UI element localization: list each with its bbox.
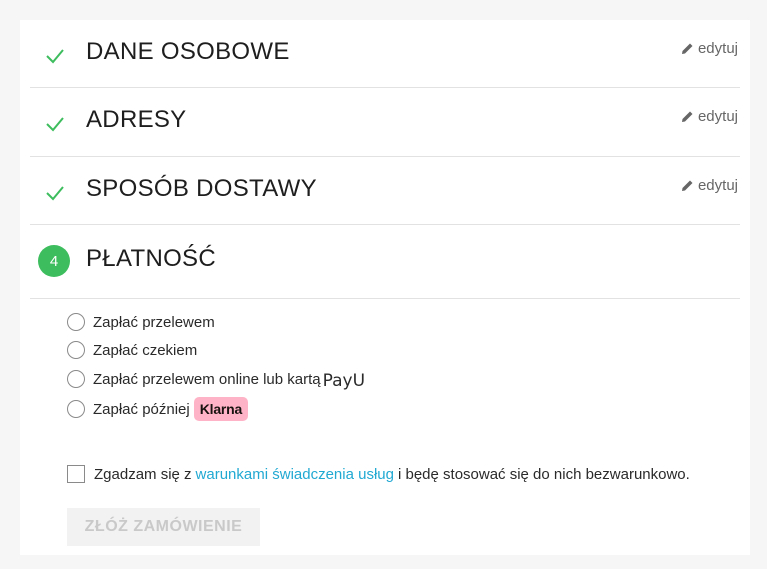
klarna-badge: Klarna	[193, 397, 249, 421]
pencil-icon	[681, 111, 693, 122]
step-payment: 4 PŁATNOŚĆ	[30, 225, 740, 299]
terms-link[interactable]: warunkami świadczenia usług	[196, 466, 394, 483]
pencil-icon	[681, 43, 693, 54]
step-personal-data: DANE OSOBOWE edytuj	[30, 20, 740, 88]
radio-button[interactable]	[67, 400, 85, 418]
radio-button[interactable]	[67, 341, 85, 359]
payment-option-online[interactable]: Zapłać przelewem online lub kartą PayU	[67, 369, 366, 391]
check-icon	[46, 117, 64, 132]
step-title: ADRESY	[86, 106, 187, 133]
payment-option-check[interactable]: Zapłać czekiem	[67, 341, 197, 359]
terms-prefix: Zgadzam się z	[94, 465, 192, 483]
step-title: SPOSÓB DOSTAWY	[86, 175, 317, 202]
step-title: PŁATNOŚĆ	[86, 245, 216, 272]
step-addresses: ADRESY edytuj	[30, 88, 740, 157]
radio-button[interactable]	[67, 370, 85, 388]
checkout-card: DANE OSOBOWE edytuj ADRESY edytuj SPOSÓB…	[20, 20, 750, 555]
place-order-button[interactable]: ZŁÓŻ ZAMÓWIENIE	[67, 508, 260, 546]
check-icon	[46, 186, 64, 201]
edit-link[interactable]: edytuj	[681, 40, 738, 57]
option-label: Zapłać czekiem	[93, 341, 198, 359]
terms-checkbox[interactable]	[67, 465, 85, 483]
pencil-icon	[681, 180, 693, 191]
radio-button[interactable]	[67, 313, 85, 331]
edit-link[interactable]: edytuj	[681, 177, 738, 194]
edit-label: edytuj	[697, 177, 738, 194]
payu-logo: PayU	[322, 371, 366, 391]
terms-agreement[interactable]: Zgadzam się z warunkami świadczenia usłu…	[67, 465, 690, 483]
option-label: Zapłać później	[93, 400, 190, 418]
edit-link[interactable]: edytuj	[681, 108, 738, 125]
step-title: DANE OSOBOWE	[86, 38, 290, 65]
payment-option-later[interactable]: Zapłać później Klarna	[67, 397, 249, 421]
step-delivery-method: SPOSÓB DOSTAWY edytuj	[30, 157, 740, 225]
payment-option-transfer[interactable]: Zapłać przelewem	[67, 313, 215, 331]
option-label: Zapłać przelewem	[93, 313, 215, 331]
check-icon	[46, 49, 64, 64]
option-label: Zapłać przelewem online lub kartą	[93, 370, 321, 388]
edit-label: edytuj	[697, 40, 738, 57]
edit-label: edytuj	[697, 108, 738, 125]
step-number-badge: 4	[38, 245, 70, 277]
terms-suffix: i będę stosować się do nich bezwarunkowo…	[397, 465, 690, 483]
